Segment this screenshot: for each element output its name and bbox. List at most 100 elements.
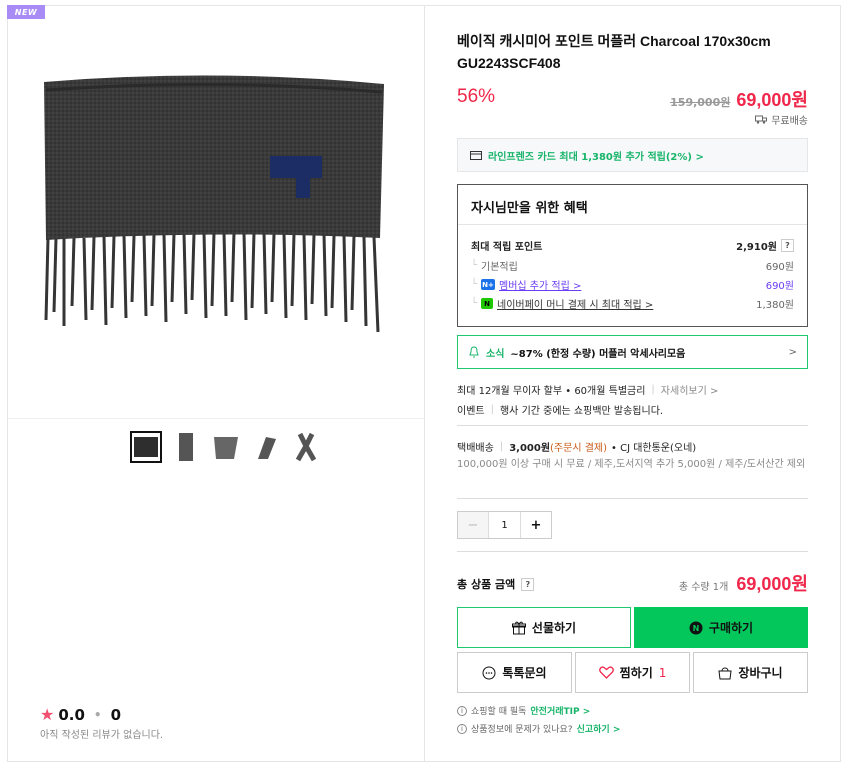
benefit-basic-label: 기본적립 [481,262,518,273]
total-summary: 총 수량 1개 69,000원 [679,570,808,596]
wish-button[interactable]: 찜하기 1 [575,652,690,693]
thumb-fringe-icon [258,437,276,459]
original-price: 159,000원 [670,96,731,109]
info-icon: i [457,723,467,734]
delivery-carrier: • CJ 대한통운(오네) [611,443,697,454]
event-text: 행사 기간 중에는 쇼핑백만 발송됩니다. [499,406,664,417]
benefit-box: 자시님만을 위한 혜택 최대 적립 포인트 2,910원 ? └ 기본적립 690… [457,184,808,327]
report-tip: i 상품정보에 문제가 있나요? 신고하기 > [457,722,620,735]
card-offer[interactable]: 라인프렌즈 카드 최대 1,380원 추가 적립(2%) > [457,138,808,172]
thumb-drape-icon [214,437,238,459]
gift-icon [511,621,526,634]
svg-text:N: N [693,624,700,633]
image-divider [8,418,424,419]
rating-value: 0.0 [58,705,85,724]
report-link[interactable]: 신고하기 > [577,722,621,735]
thumbnail-4[interactable] [250,431,282,463]
truck-icon [755,115,768,124]
free-shipping: 무료배송 [755,112,808,127]
benefit-membership-value: 690원 [765,281,794,292]
bell-icon [469,346,479,358]
tree-branch-icon: └ [471,279,478,290]
benefit-row-basic: └ 기본적립 690원 [471,258,794,273]
benefit-row-membership: └ N+ 멤버십 추가 적립 > 690원 [471,277,794,292]
free-shipping-label: 무료배송 [771,116,808,127]
membership-link[interactable]: 멤버십 추가 적립 > [499,277,581,292]
info-icon: i [457,705,467,716]
delivery-line: 택배배송 | 3,000원 (주문시 결제) • CJ 대한통운(오네) [457,441,697,454]
total-label-row: 총 상품 금액 ? [457,576,535,592]
delivery-label: 택배배송 [457,443,494,454]
review-rating: ★ 0.0 • 0 [40,705,121,724]
benefit-row-npay: └ N 네이버페이 머니 결제 시 최대 적립 > 1,380원 [471,296,794,311]
points-help-button[interactable]: ? [781,239,794,252]
event-label: 이벤트 [457,406,485,417]
installment-detail-link[interactable]: 자세히보기 > [661,382,719,397]
benefit-basic-value: 690원 [765,262,794,273]
chat-bubble-icon [482,666,496,679]
column-divider [424,5,425,762]
price-row: 159,000원 69,000원 [670,86,808,112]
safe-trade-tip: i 쇼핑할 때 필독 안전거래TIP > [457,704,590,717]
cart-button-label: 장바구니 [738,666,783,680]
gift-button[interactable]: 선물하기 [457,607,631,648]
scarf-image [44,75,384,333]
total-help-button[interactable]: ? [521,577,535,591]
quantity-value[interactable]: 1 [489,512,520,538]
product-main-image[interactable] [34,70,394,340]
thumbnail-2[interactable] [170,431,202,463]
chevron-right-icon: > [788,346,797,358]
thumbnail-1[interactable] [130,431,162,463]
discount-rate: 56% [457,86,496,107]
naver-pay-badge-icon: N [481,298,494,309]
benefit-npay-value: 1,380원 [756,300,794,311]
wish-count: 1 [658,665,667,680]
quantity-decrease-button[interactable]: − [458,512,489,538]
quantity-increase-button[interactable]: + [520,512,551,538]
product-title: 베이직 캐시미어 포인트 머플러 Charcoal 170x30cm GU224… [457,33,771,71]
thumb-fold-icon [179,433,193,461]
thumbnail-3[interactable] [210,431,242,463]
cart-button[interactable]: 장바구니 [693,652,808,693]
talk-inquiry-button[interactable]: 톡톡문의 [457,652,572,693]
news-text: ~87% (한정 수량) 머플러 악세사리모음 [510,348,686,360]
heart-icon [598,666,614,679]
naver-plus-badge-icon: N+ [481,279,496,290]
tree-branch-icon: └ [471,298,478,309]
max-points-label: 최대 적립 포인트 [471,242,543,253]
npay-link[interactable]: 네이버페이 머니 결제 시 최대 적립 > [497,296,653,311]
sale-price: 69,000원 [736,90,808,110]
news-label: 소식 [486,348,505,360]
thumbnail-5[interactable] [290,431,322,463]
rating-dot: • [93,707,102,722]
benefit-heading: 자시님만을 위한 혜택 [458,185,807,225]
naver-pay-icon: N [689,621,703,634]
no-reviews-text: 아직 작성된 리뷰가 없습니다. [40,730,164,741]
thumb-knot-icon [295,432,317,462]
gift-button-label: 선물하기 [531,621,577,635]
safe-tip-prefix: 쇼핑할 때 필독 [471,707,527,717]
divider-1 [457,425,808,426]
tree-branch-icon: └ [471,260,478,271]
thumbnail-strip [130,431,322,463]
news-banner[interactable]: 소식 ~87% (한정 수량) 머플러 악세사리모음 > [457,335,808,369]
installment-text: 최대 12개월 무이자 할부 • 60개월 특별금리 [457,386,646,397]
event-line: 이벤트 | 행사 기간 중에는 쇼핑백만 발송됩니다. [457,404,664,417]
card-offer-text: 라인프렌즈 카드 최대 1,380원 추가 적립(2%) > [488,151,704,163]
total-price: 69,000원 [736,574,808,594]
thumb-scarf-icon [134,437,158,457]
delivery-note: 100,000원 이상 구매 시 무료 / 제주,도서지역 추가 5,000원 … [457,459,806,470]
new-badge: NEW [7,5,45,19]
star-icon: ★ [40,705,55,724]
review-count: 0 [110,705,122,724]
safe-tip-link[interactable]: 안전거래TIP > [530,704,590,717]
buy-button[interactable]: N 구매하기 [634,607,808,648]
shopping-bag-icon [718,667,732,679]
divider-2 [457,498,808,499]
total-label: 총 상품 금액 [457,578,516,591]
delivery-fee-note: (주문시 결제) [550,443,608,454]
total-count: 총 수량 1개 [678,582,729,593]
quantity-stepper: − 1 + [457,511,552,539]
divider-3 [457,551,808,552]
credit-card-icon [470,150,482,160]
